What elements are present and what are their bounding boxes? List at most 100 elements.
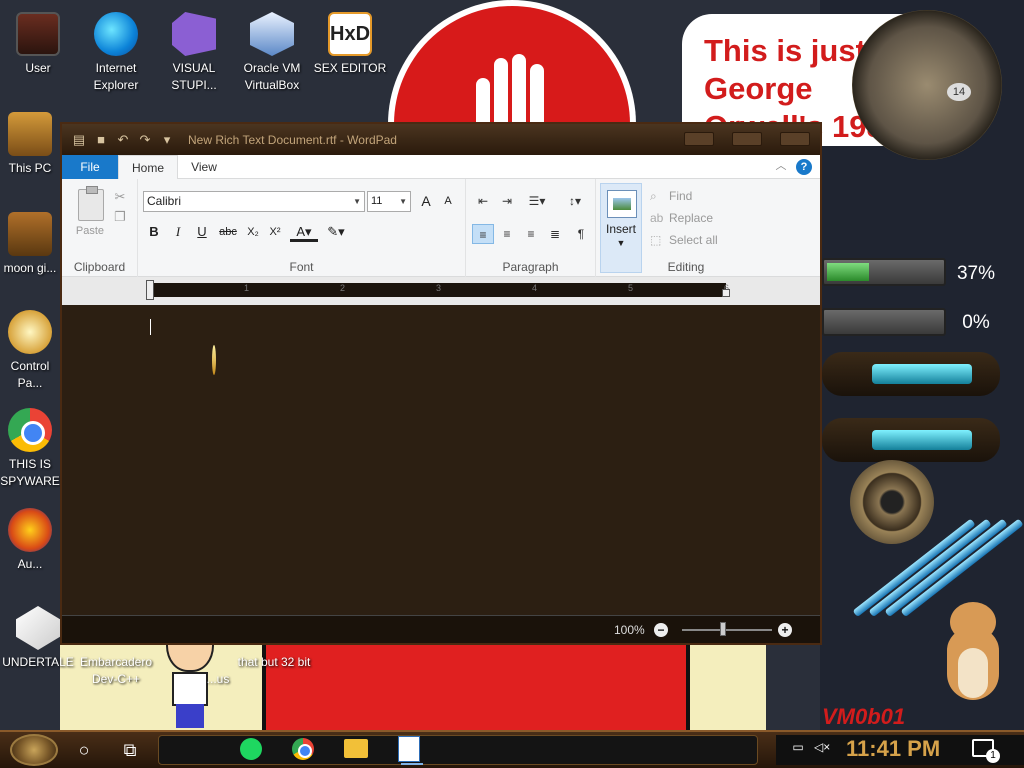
chrome-icon	[8, 408, 52, 452]
volume-muted-icon[interactable]: ◁×	[814, 739, 830, 755]
undo-icon[interactable]: ↶	[114, 132, 132, 148]
replace-button[interactable]: ab Replace	[650, 211, 713, 225]
desktop-icon-32bit[interactable]: that but 32 bit	[236, 654, 312, 671]
help-icon[interactable]: ?	[796, 159, 812, 175]
replace-label: Replace	[669, 211, 714, 225]
find-button[interactable]: ⌕ Find	[650, 189, 692, 204]
task-view-icon[interactable]: ⧉	[116, 737, 144, 763]
desktop-icon-chrome[interactable]: THIS IS SPYWARE	[0, 408, 60, 490]
select-all-label: Select all	[669, 233, 718, 247]
search-icon[interactable]: ○	[70, 737, 98, 763]
shrink-font-button[interactable]: A	[438, 191, 458, 211]
increase-indent-icon[interactable]: ⇥	[496, 191, 518, 211]
line-spacing-icon[interactable]: ↕▾	[560, 191, 590, 211]
taskbar-clock[interactable]: 11:41 PM	[846, 736, 940, 762]
tab-home[interactable]: Home	[118, 155, 178, 180]
desktop-icon-control-panel[interactable]: Control Pa...	[0, 310, 60, 392]
paragraph-group: ⇤ ⇥ ☰▾ ↕▾ ≡ ≡ ≡ ≣ ¶ Paragraph	[466, 179, 596, 277]
desktop-icon-label: Internet Explorer	[93, 61, 139, 92]
align-center-icon[interactable]: ≡	[496, 224, 518, 244]
collapse-ribbon-icon[interactable]: ︿	[774, 159, 788, 173]
network-icon[interactable]: ▭	[790, 739, 806, 755]
ribbon-tabs: File Home View ︿ ?	[62, 155, 820, 180]
desktop-icon-label: Au...	[17, 557, 43, 571]
minimize-button[interactable]	[684, 132, 714, 146]
document-editor[interactable]	[62, 305, 820, 615]
strikethrough-button[interactable]: abc	[215, 222, 241, 242]
desktop-icon-label: UNDERTALE	[2, 655, 74, 669]
paragraph-settings-icon[interactable]: ¶	[570, 224, 592, 244]
ribbon: Paste ✂ ❐ Clipboard Calibri ▼ 11 ▼ A A B…	[62, 179, 820, 277]
desktop-icon-label: Embarcadero Dev-C++	[79, 655, 153, 686]
desktop-icon-au[interactable]: Au...	[0, 508, 60, 573]
tab-view[interactable]: View	[178, 155, 230, 179]
indent-marker[interactable]	[146, 280, 154, 300]
zoom-slider[interactable]	[682, 629, 772, 631]
close-button[interactable]	[780, 132, 810, 146]
desktop-icon-virtualbox[interactable]: Oracle VM VirtualBox	[234, 12, 310, 94]
desktop-icon-label: Control Pa...	[10, 359, 50, 390]
save-icon[interactable]: ■	[92, 132, 110, 148]
paste-button[interactable]: Paste	[72, 225, 108, 237]
cpu-meter	[822, 258, 946, 286]
desktop-icon-internet-explorer[interactable]: Internet Explorer	[78, 12, 154, 94]
desktop-icon-label: that but 32 bit	[237, 655, 311, 669]
redo-icon[interactable]: ↷	[136, 132, 154, 148]
align-right-icon[interactable]: ≡	[520, 224, 542, 244]
desktop-icon-dev-cpp[interactable]: Embarcadero Dev-C++	[78, 654, 154, 688]
font-family-select[interactable]: Calibri ▼	[143, 191, 365, 212]
highlight-color-button[interactable]: ✎▾	[322, 222, 350, 242]
desktop-icon-hex-editor[interactable]: HxD SEX EDITOR	[312, 12, 388, 77]
maximize-button[interactable]	[732, 132, 762, 146]
decrease-indent-icon[interactable]: ⇤	[472, 191, 494, 211]
font-size-select[interactable]: 11 ▼	[367, 191, 411, 212]
select-all-button[interactable]: ⬚ Select all	[650, 233, 718, 247]
start-button[interactable]	[10, 734, 58, 766]
grow-font-button[interactable]: A	[416, 191, 436, 211]
notifications-icon[interactable]: 1	[972, 739, 1000, 763]
superscript-button[interactable]: X²	[264, 222, 286, 242]
zoom-in-icon[interactable]: +	[778, 623, 792, 637]
steam-tube-1	[822, 352, 1000, 396]
ruler[interactable]: 1 2 3 4 5 6	[62, 277, 820, 305]
bullet-list-icon[interactable]: ☰▾	[522, 191, 552, 211]
desktop-icon-user[interactable]: User	[0, 12, 76, 77]
desktop-icon-unnamed[interactable]: ...us	[198, 671, 238, 688]
italic-button[interactable]: I	[167, 222, 189, 242]
bold-button[interactable]: B	[143, 222, 165, 242]
font-family-value: Calibri	[147, 194, 182, 208]
insert-label: Insert	[605, 222, 636, 236]
text-color-button[interactable]: A▾	[290, 222, 318, 242]
tab-file[interactable]: File	[62, 155, 118, 179]
insert-button[interactable]: Insert ▼	[600, 183, 642, 273]
title-bar[interactable]: ▤ ■ ↶ ↷ ▾ New Rich Text Document.rtf - W…	[62, 124, 820, 155]
file-explorer-taskbar-icon[interactable]	[344, 739, 368, 758]
cut-icon[interactable]: ✂	[112, 189, 128, 205]
control-panel-icon	[8, 310, 52, 354]
desktop-icon-this-pc[interactable]: This PC	[0, 112, 60, 177]
justify-icon[interactable]: ≣	[544, 224, 566, 244]
edge-icon	[94, 12, 138, 56]
zoom-slider-thumb[interactable]	[720, 622, 726, 636]
desktop-icon-visual-studio[interactable]: VISUAL STUPI...	[156, 12, 232, 94]
right-indent-marker[interactable]	[722, 289, 730, 297]
zoom-out-icon[interactable]: −	[654, 623, 668, 637]
desktop-icon-moon[interactable]: moon gi...	[0, 212, 60, 277]
paste-icon[interactable]	[78, 186, 104, 221]
cpu-meter-fill	[827, 263, 869, 281]
ruler-number: 2	[340, 283, 346, 293]
customize-toolbar-icon[interactable]: ▾	[158, 132, 176, 148]
au-app-icon	[8, 508, 52, 552]
align-left-icon[interactable]: ≡	[472, 224, 494, 244]
underline-button[interactable]: U	[191, 222, 213, 242]
subscript-button[interactable]: X₂	[242, 222, 264, 242]
steampunk-clock-icon	[852, 10, 1002, 160]
picture-icon	[607, 190, 637, 218]
wordpad-taskbar-icon[interactable]	[398, 736, 423, 765]
chrome-taskbar-icon[interactable]	[292, 738, 314, 760]
copy-icon[interactable]: ❐	[112, 209, 128, 225]
spotify-taskbar-icon[interactable]	[240, 738, 262, 760]
zoom-level: 100%	[614, 623, 645, 637]
wordpad-app-icon[interactable]: ▤	[70, 132, 88, 148]
wordpad-window: ▤ ■ ↶ ↷ ▾ New Rich Text Document.rtf - W…	[60, 122, 822, 645]
